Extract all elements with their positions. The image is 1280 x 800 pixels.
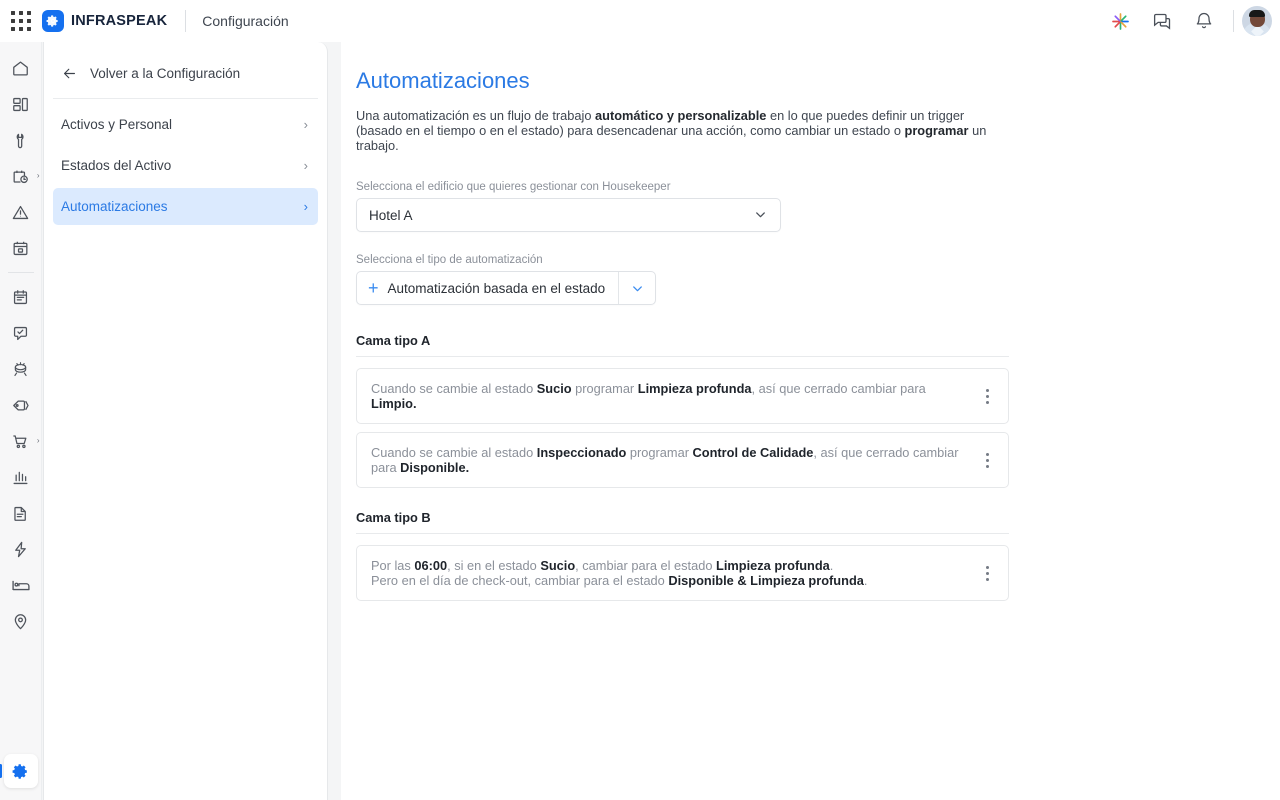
automation-type-value: Automatización basada en el estado (387, 280, 606, 296)
group-title: Cama tipo A (356, 333, 431, 349)
sidebar-item-estados-del-activo[interactable]: Estados del Activo › (53, 147, 318, 184)
sidebar-item-analytics[interactable] (2, 459, 40, 495)
kebab-menu-icon[interactable] (970, 379, 1004, 413)
chevron-right-icon: › (36, 171, 40, 180)
sidebar-item-maintenance[interactable] (2, 122, 40, 158)
group-divider (356, 356, 1009, 358)
automation-type-field-group: Selecciona el tipo de automatización + A… (356, 254, 1280, 306)
sidebar-item-energy[interactable] (2, 531, 40, 567)
automation-type-label: Selecciona el tipo de automatización (356, 254, 543, 267)
notifications-bell-icon[interactable] (1183, 0, 1225, 42)
ai-sparkle-icon[interactable] (1099, 0, 1141, 42)
brand-name: INFRASPEAK (71, 13, 168, 29)
sidebar-item-automatizaciones[interactable]: Automatizaciones › (53, 188, 318, 225)
automation-rule-text: Cuando se cambie al estado Inspeccionado… (371, 445, 959, 476)
chevron-down-icon (753, 207, 768, 225)
arrow-left-icon (63, 68, 76, 78)
active-indicator (0, 764, 2, 778)
settings-item-label: Activos y Personal (61, 117, 173, 132)
settings-navigation-panel: Volver a la Configuración Activos y Pers… (43, 42, 328, 800)
sidebar-item-settings[interactable] (0, 754, 38, 788)
topbar-actions (1099, 0, 1280, 42)
topbar-avatar-divider (1233, 10, 1234, 32)
sidebar-item-failures[interactable] (2, 194, 40, 230)
chat-bubbles-icon[interactable] (1141, 0, 1183, 42)
brand-logo[interactable]: INFRASPEAK (42, 10, 167, 32)
page-section-title: Configuración (202, 13, 289, 29)
main-content: Automatizaciones Una automatización es u… (341, 42, 1280, 800)
user-avatar[interactable] (1242, 6, 1272, 36)
topbar-divider (185, 10, 187, 32)
building-field-group: Selecciona el edificio que quieres gesti… (356, 181, 1280, 233)
sidebar-item-tags[interactable] (2, 387, 40, 423)
desc-bold-2: programar (904, 123, 969, 139)
sidebar-item-housekeeping[interactable] (2, 567, 40, 603)
kebab-menu-icon[interactable] (970, 556, 1004, 590)
app-grid-icon[interactable] (8, 8, 34, 34)
automation-rule-text: Cuando se cambie al estado Sucio program… (371, 381, 926, 412)
chevron-down-icon (632, 286, 642, 292)
automation-type-dropdown-toggle[interactable] (618, 272, 655, 305)
sidebar-item-documents[interactable] (2, 495, 40, 531)
back-label: Volver a la Configuración (90, 65, 241, 81)
plus-icon: + (368, 278, 379, 299)
desc-part-1: Una automatización es un flujo de trabaj… (356, 108, 596, 123)
sidebar-item-inspections[interactable] (2, 315, 40, 351)
sidebar-item-scheduled-work[interactable]: › (2, 158, 40, 194)
settings-item-label: Automatizaciones (61, 199, 168, 214)
sidebar-item-activos-y-personal[interactable]: Activos y Personal › (53, 106, 318, 143)
automation-rule-text: Por las 06:00, si en el estado Sucio, ca… (371, 558, 868, 589)
page-description: Una automatización es un flujo de trabaj… (356, 108, 996, 153)
automation-rule-card[interactable]: Cuando se cambie al estado Sucio program… (356, 368, 1009, 425)
group-divider (356, 533, 1009, 535)
building-select[interactable]: Hotel A (356, 198, 781, 233)
settings-menu-list: Activos y Personal › Estados del Activo … (44, 99, 327, 225)
automation-group-cama-tipo-b: Cama tipo B Por las 06:00, si en el esta… (356, 510, 1280, 602)
kebab-menu-icon[interactable] (970, 443, 1004, 477)
desc-bold-1: automático y personalizable (595, 108, 767, 123)
sidebar-item-home[interactable] (2, 50, 40, 86)
back-to-settings-button[interactable]: Volver a la Configuración (44, 48, 327, 98)
settings-item-label: Estados del Activo (61, 158, 172, 173)
infraspeak-gear-logo (42, 10, 64, 32)
page-title: Automatizaciones (356, 68, 530, 93)
sidebar-item-purchases[interactable]: › (2, 423, 40, 459)
sidebar-item-calendar[interactable] (2, 230, 40, 266)
left-nav-rail: › › (0, 42, 42, 800)
sidebar-item-materials[interactable] (2, 351, 40, 387)
rail-divider (7, 272, 34, 273)
building-field-label: Selecciona el edificio que quieres gesti… (356, 181, 671, 194)
chevron-right-icon: › (303, 117, 308, 132)
top-bar: INFRASPEAK Configuración (0, 0, 1280, 42)
add-automation-button[interactable]: + Automatización basada en el estado (357, 272, 618, 304)
group-title: Cama tipo B (356, 510, 431, 526)
automation-rule-card[interactable]: Por las 06:00, si en el estado Sucio, ca… (356, 545, 1009, 602)
chevron-right-icon: › (36, 436, 40, 445)
chevron-right-icon: › (303, 199, 308, 214)
automation-type-split-button: + Automatización basada en el estado (356, 271, 657, 306)
building-select-value: Hotel A (369, 207, 413, 223)
automation-rule-card[interactable]: Cuando se cambie al estado Inspeccionado… (356, 432, 1009, 489)
sidebar-item-locations[interactable] (2, 603, 40, 639)
automation-group-cama-tipo-a: Cama tipo A Cuando se cambie al estado S… (356, 333, 1280, 489)
sidebar-item-clipboard[interactable] (2, 279, 40, 315)
chevron-right-icon: › (303, 158, 308, 173)
sidebar-item-dashboard[interactable] (2, 86, 40, 122)
